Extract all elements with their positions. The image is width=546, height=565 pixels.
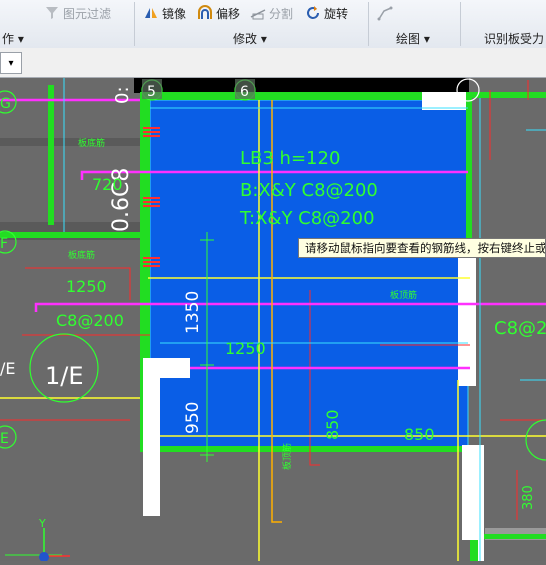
axis-label-e: E bbox=[0, 431, 9, 447]
tag-label: 板顶筋 bbox=[390, 289, 417, 301]
draw-line-button[interactable] bbox=[377, 4, 396, 22]
polyline-icon bbox=[377, 5, 393, 21]
ribbon-separator bbox=[368, 2, 369, 46]
ucs-y-label: Y bbox=[38, 517, 46, 530]
funnel-icon bbox=[44, 5, 60, 21]
secondary-toolbar: ▾ bbox=[0, 48, 546, 78]
split-label: 分割 bbox=[269, 6, 294, 21]
drawing-canvas[interactable]: 5 6 G F E /E 1/E LB3 h=120 B:X&Y C8@200 … bbox=[0, 78, 546, 562]
offset-icon bbox=[197, 5, 213, 21]
axis-label-g: G bbox=[0, 96, 11, 112]
dimension-850: 850 bbox=[404, 425, 435, 444]
dimension-720: 720 bbox=[92, 175, 123, 194]
slab-bottom-rebar-label: B:X&Y C8@200 bbox=[240, 180, 378, 201]
axis-label-1e-small: /E bbox=[0, 359, 16, 378]
axis-label-6: 6 bbox=[240, 84, 249, 100]
cad-drawing[interactable]: 5 6 G F E /E 1/E LB3 h=120 B:X&Y C8@200 … bbox=[0, 78, 546, 562]
axis-label-f: F bbox=[0, 236, 8, 252]
tag-label: 板底筋 bbox=[68, 249, 95, 261]
rebar-label-c8-20: C8@20 bbox=[494, 318, 546, 339]
filter-button[interactable]: 图元过滤 bbox=[44, 4, 111, 22]
mirror-label: 镜像 bbox=[162, 6, 187, 21]
rotate-label: 旋转 bbox=[324, 6, 349, 21]
offset-label: 偏移 bbox=[216, 6, 241, 21]
mirror-button[interactable]: 镜像 bbox=[143, 4, 186, 22]
group-recognize[interactable]: 识别板受力 bbox=[484, 30, 544, 47]
axis-label-5: 5 bbox=[147, 84, 156, 100]
filter-label: 图元过滤 bbox=[63, 6, 112, 21]
offset-button[interactable]: 偏移 bbox=[197, 4, 240, 22]
rotate-button[interactable]: 旋转 bbox=[305, 4, 348, 22]
status-tooltip: 请移动鼠标指向要查看的钢筋线，按右键终止或 bbox=[298, 238, 546, 258]
tag-label: 板底筋 bbox=[78, 137, 105, 149]
rebar-label-left-small: 0: bbox=[112, 86, 133, 104]
rebar-label-c8-200: C8@200 bbox=[56, 311, 124, 330]
slab-top-rebar-label: T:X&Y C8@200 bbox=[239, 208, 375, 229]
axis-label-1e: 1/E bbox=[45, 362, 84, 390]
group-draw[interactable]: 绘图 ▾ bbox=[396, 30, 430, 47]
group-modify[interactable]: 修改 ▾ bbox=[233, 30, 267, 47]
mirror-icon bbox=[143, 5, 159, 21]
dimension-1250-left: 1250 bbox=[66, 277, 107, 296]
rotate-icon bbox=[305, 5, 321, 21]
ribbon-toolbar: 图元过滤 镜像 偏移 分割 旋转 作 ▾ 修改 ▾ 绘图 ▾ 识别板受力 bbox=[0, 0, 546, 49]
dropdown-chevron-icon[interactable]: ▾ bbox=[0, 52, 22, 74]
tag-label: 板顶筋 bbox=[281, 443, 293, 470]
slab-name-label: LB3 h=120 bbox=[240, 148, 340, 169]
dimension-1250: 1250 bbox=[225, 339, 266, 358]
dimension-1350: 1350 bbox=[183, 291, 203, 334]
split-icon bbox=[250, 5, 266, 21]
dimension-950: 950 bbox=[183, 402, 203, 434]
ribbon-separator bbox=[134, 2, 135, 46]
ribbon-separator bbox=[460, 2, 461, 46]
dimension-850-vertical: 850 bbox=[323, 409, 342, 440]
dimension-380: 380 bbox=[521, 485, 536, 510]
split-button[interactable]: 分割 bbox=[250, 4, 293, 22]
group-left[interactable]: 作 ▾ bbox=[2, 30, 24, 47]
